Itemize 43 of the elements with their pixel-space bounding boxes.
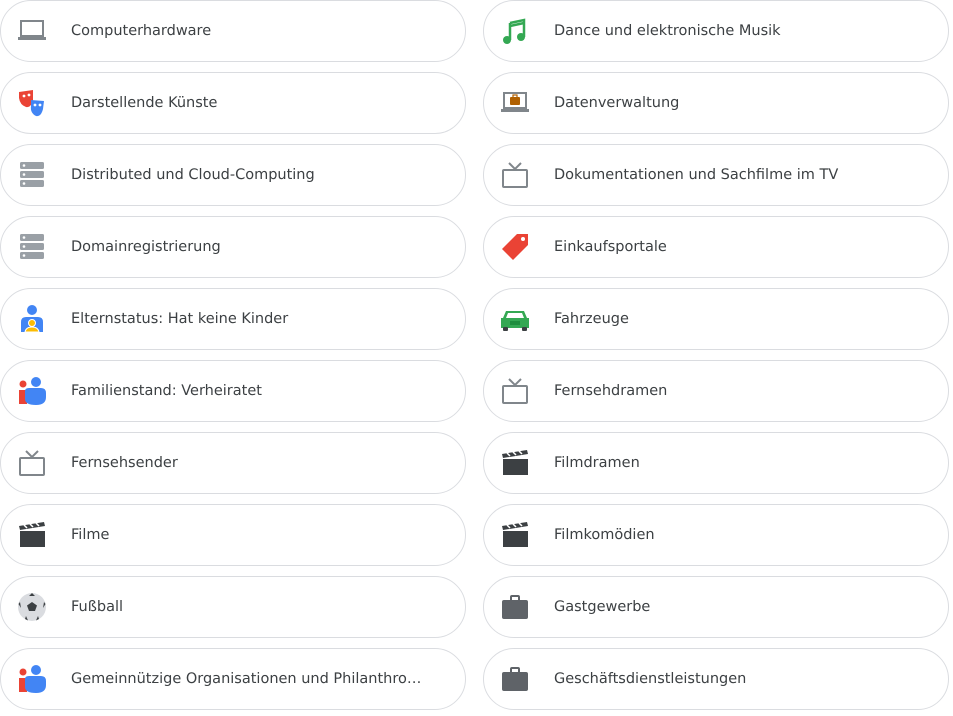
interest-label: Fußball [71,599,124,615]
interest-chip[interactable]: Distributed und Cloud-Computing [0,144,466,206]
interest-chip[interactable]: Filmdramen [483,432,949,494]
interest-label: Dance und elektronische Musik [554,23,781,39]
interest-chip[interactable]: Filme [0,504,466,566]
interest-chip[interactable]: Domainregistrierung [0,216,466,278]
interest-label: Fahrzeuge [554,311,629,327]
interest-chip[interactable]: Fahrzeuge [483,288,949,350]
interest-label: Domainregistrierung [71,239,221,255]
interest-chip[interactable]: Datenverwaltung [483,72,949,134]
interest-label: Elternstatus: Hat keine Kinder [71,311,288,327]
interest-chip[interactable]: Fernsehsender [0,432,466,494]
interest-chip[interactable]: Dance und elektronische Musik [483,0,949,62]
interest-label: Fernsehdramen [554,383,668,399]
interest-chip[interactable]: Dokumentationen und Sachfilme im TV [483,144,949,206]
interest-chip[interactable]: Darstellende Künste [0,72,466,134]
interest-chip[interactable]: Geschäftsdienstleistungen [483,648,949,710]
soccer-ball-icon [16,591,48,623]
interest-chip[interactable]: Familienstand: Verheiratet [0,360,466,422]
interest-label: Gastgewerbe [554,599,650,615]
people-icon [16,663,48,695]
interest-label: Datenverwaltung [554,95,680,111]
interest-label: Gemeinnützige Organisationen und Philanthro… [71,671,422,687]
interest-label: Fernsehsender [71,455,178,471]
people-icon [16,375,48,407]
interest-label: Computerhardware [71,23,212,39]
interest-label: Familienstand: Verheiratet [71,383,262,399]
interest-chip[interactable]: Fußball [0,576,466,638]
interest-chip[interactable]: Filmkomödien [483,504,949,566]
interest-chip[interactable]: Einkaufsportale [483,216,949,278]
interest-label: Dokumentationen und Sachfilme im TV [554,167,838,183]
interest-chip[interactable]: Fernsehdramen [483,360,949,422]
interest-chip[interactable]: Gastgewerbe [483,576,949,638]
interest-label: Geschäftsdienstleistungen [554,671,746,687]
interest-label: Distributed und Cloud-Computing [71,167,315,183]
interest-label: Darstellende Künste [71,95,218,111]
interest-chip[interactable]: Gemeinnützige Organisationen und Philanthro… [0,648,466,710]
interest-chip[interactable]: Computerhardware [0,0,466,62]
interest-label: Filme [71,527,110,543]
interest-chip[interactable]: Elternstatus: Hat keine Kinder [0,288,466,350]
interest-label: Filmkomödien [554,527,655,543]
interest-label: Einkaufsportale [554,239,667,255]
interest-label: Filmdramen [554,455,640,471]
